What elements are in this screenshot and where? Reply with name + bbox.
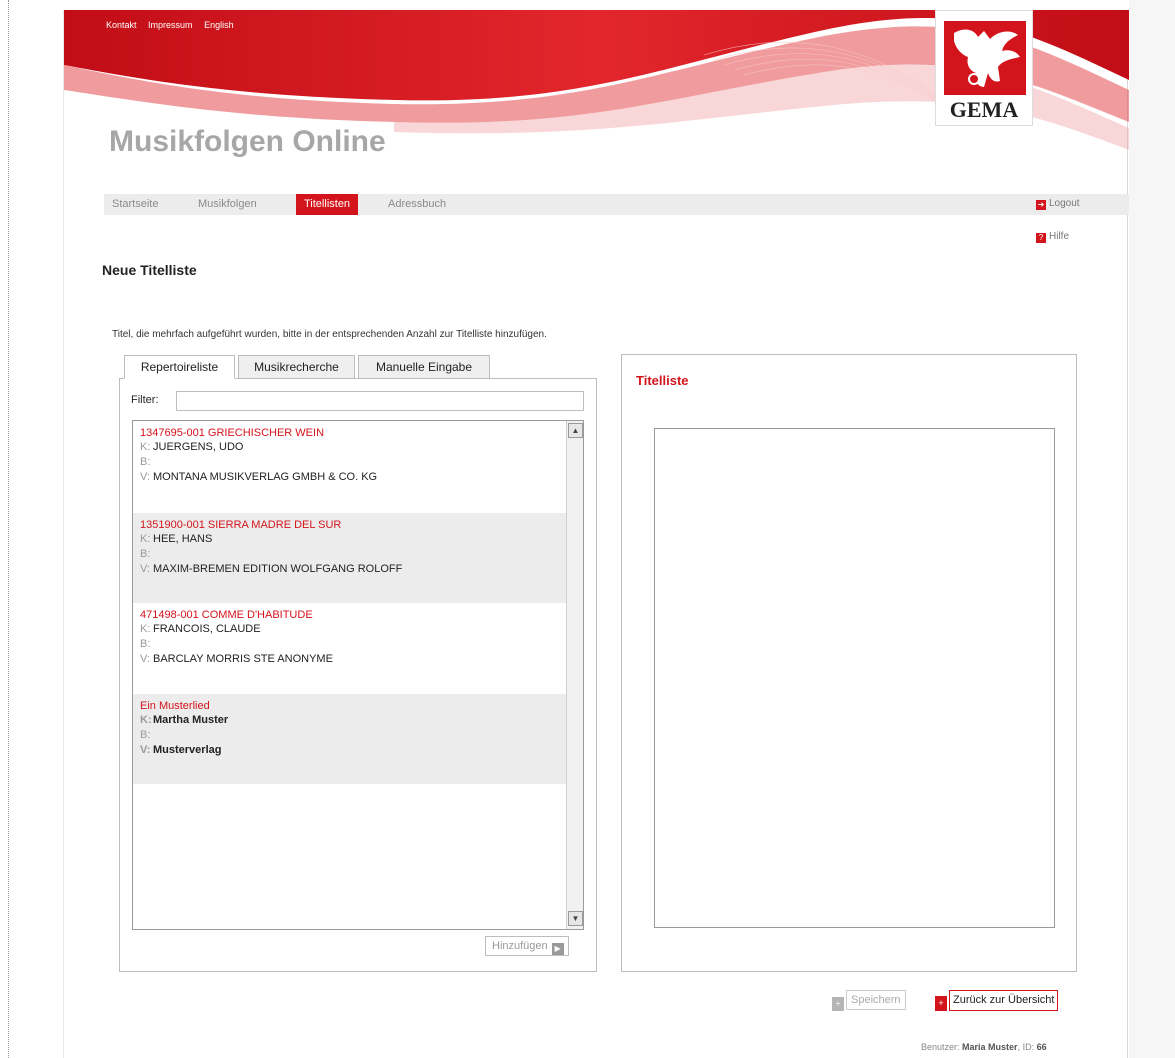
logo-text: GEMA <box>949 97 1019 122</box>
entry-key-v: V: <box>140 744 151 756</box>
top-link-english[interactable]: English <box>204 20 234 30</box>
entry-key-k: K: <box>140 533 151 545</box>
entry-publisher: BARCLAY MORRIS STE ANONYME <box>153 653 333 665</box>
entry-key-b: B: <box>140 638 151 650</box>
page-title: Neue Titelliste <box>102 262 197 278</box>
footer-user-info: Benutzer: Maria Muster, ID: 66 <box>921 1042 1047 1052</box>
plus-icon: + <box>832 997 844 1011</box>
add-button[interactable]: Hinzufügen ▶ <box>485 936 569 956</box>
help-link[interactable]: ? Hilfe <box>1036 231 1069 243</box>
pegasus-icon <box>954 29 1020 87</box>
entry-title: 471498-001 COMME D'HABITUDE <box>140 609 313 621</box>
logout-link[interactable]: ➜ Logout <box>1036 198 1080 210</box>
entry-key-v: V: <box>140 653 150 665</box>
tab-repertoireliste[interactable]: Repertoireliste <box>124 355 235 379</box>
entry-key-v: V: <box>140 563 150 575</box>
logo-emblem <box>944 21 1026 95</box>
save-button[interactable]: + Speichern <box>832 990 906 1011</box>
gema-logo[interactable]: GEMA <box>935 10 1033 126</box>
list-item[interactable]: Ein Musterlied K:Martha Muster B: V: Must… <box>133 694 566 784</box>
save-button-label: Speichern <box>846 990 906 1010</box>
instruction-text: Titel, die mehrfach aufgeführt wurden, b… <box>112 329 547 340</box>
entry-composer: FRANCOIS, CLAUDE <box>153 623 261 635</box>
back-button-label: Zurück zur Übersicht <box>949 990 1059 1011</box>
list-item[interactable]: 471498-001 COMME D'HABITUDE K: FRANCOIS, … <box>133 603 566 694</box>
entry-publisher: MONTANA MUSIKVERLAG GMBH & CO. KG <box>153 471 378 483</box>
entry-key-k: K: <box>140 623 151 635</box>
entry-key-k: K: <box>140 441 151 453</box>
main-nav: Startseite Musikfolgen Titellisten Adres… <box>104 194 1129 215</box>
entry-title: 1351900-001 SIERRA MADRE DEL SUR <box>140 519 342 531</box>
page-container: Kontakt Impressum English GEMA Musikfolg… <box>63 10 1129 1058</box>
arrow-right-icon: ▶ <box>551 943 564 955</box>
entry-composer: JUERGENS, UDO <box>153 441 244 453</box>
filter-input[interactable] <box>176 391 584 411</box>
plus-icon: + <box>935 996 947 1011</box>
scroll-up-icon[interactable]: ▲ <box>568 423 583 438</box>
entry-composer: Martha Muster <box>153 714 229 726</box>
repertoire-list[interactable]: 1347695-001 GRIECHISCHER WEIN K: JUERGENS… <box>132 420 584 930</box>
list-item[interactable]: 1351900-001 SIERRA MADRE DEL SUR K: HEE, … <box>133 513 566 603</box>
titelliste-box[interactable] <box>654 428 1055 928</box>
logout-icon: ➜ <box>1036 200 1046 210</box>
scroll-down-icon[interactable]: ▼ <box>568 911 583 926</box>
entry-publisher: Musterverlag <box>153 744 222 756</box>
help-label: Hilfe <box>1049 231 1070 242</box>
entry-title: 1347695-001 GRIECHISCHER WEIN <box>140 427 325 439</box>
nav-item-adressbuch[interactable]: Adressbuch <box>380 194 454 215</box>
list-item[interactable]: 1347695-001 GRIECHISCHER WEIN K: JUERGENS… <box>133 421 566 513</box>
add-button-label: Hinzufügen <box>492 940 548 952</box>
entry-key-b: B: <box>140 456 151 468</box>
back-to-overview-button[interactable]: + Zurück zur Übersicht <box>935 990 1059 1011</box>
filter-label: Filter: <box>131 394 159 406</box>
right-gutter <box>1129 0 1175 1058</box>
entry-key-b: B: <box>140 729 151 741</box>
nav-item-titellisten[interactable]: Titellisten <box>296 194 359 215</box>
list-scrollbar[interactable]: ▲ ▼ <box>566 421 583 929</box>
titelliste-title: Titelliste <box>636 373 689 388</box>
user-label: Benutzer: <box>921 1042 960 1052</box>
logout-label: Logout <box>1049 198 1080 209</box>
entry-key-v: V: <box>140 471 150 483</box>
nav-item-musikfolgen[interactable]: Musikfolgen <box>190 194 265 215</box>
tab-musikrecherche[interactable]: Musikrecherche <box>238 355 355 379</box>
entry-key-b: B: <box>140 548 151 560</box>
page-edge-dots <box>8 0 9 1058</box>
top-link-impressum[interactable]: Impressum <box>148 20 193 30</box>
entry-key-k: K: <box>140 714 152 726</box>
top-links: Kontakt Impressum English <box>106 20 243 30</box>
user-id: 66 <box>1036 1042 1047 1052</box>
entry-publisher: MAXIM-BREMEN EDITION WOLFGANG ROLOFF <box>153 563 403 575</box>
user-name: Maria Muster <box>962 1042 1018 1052</box>
top-link-kontakt[interactable]: Kontakt <box>106 20 137 30</box>
entry-composer: HEE, HANS <box>153 533 213 545</box>
id-label: , ID: <box>1017 1042 1035 1052</box>
tab-manuelle-eingabe[interactable]: Manuelle Eingabe <box>358 355 490 379</box>
entry-title: Ein Musterlied <box>140 700 210 712</box>
nav-item-startseite[interactable]: Startseite <box>104 194 166 215</box>
app-title: Musikfolgen Online <box>109 125 386 158</box>
help-icon: ? <box>1036 233 1046 243</box>
